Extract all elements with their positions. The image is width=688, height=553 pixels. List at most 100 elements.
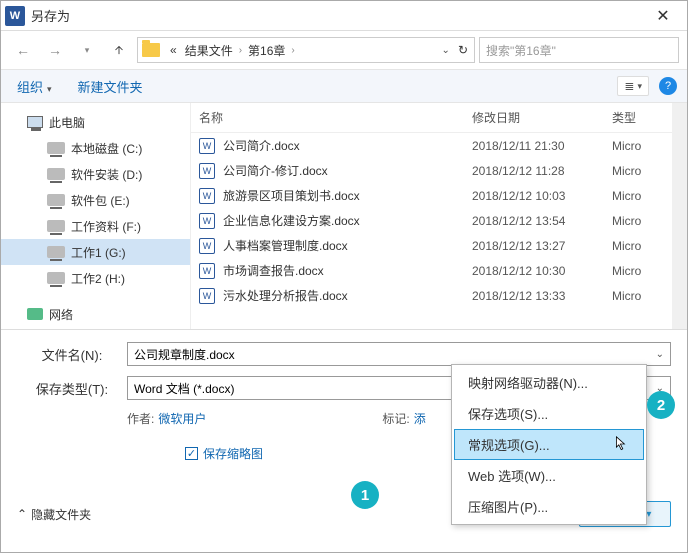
refresh-button[interactable]: ↻ (458, 43, 468, 57)
sidebar-item[interactable]: 网络 (1, 301, 190, 327)
breadcrumb-item[interactable]: 第16章 (248, 42, 285, 59)
file-row[interactable]: W 人事档案管理制度.docx2018/12/12 13:27Micro (191, 233, 672, 258)
file-name: 企业信息化建设方案.docx (223, 212, 472, 229)
filename-input[interactable]: 公司规章制度.docx⌄ (127, 342, 671, 366)
author-field[interactable]: 作者:微软用户 (127, 410, 206, 427)
file-type: Micro (612, 189, 664, 203)
search-input[interactable]: 搜索"第16章" (479, 37, 679, 63)
up-button[interactable] (105, 38, 133, 62)
docx-icon: W (199, 238, 215, 254)
docx-icon: W (199, 213, 215, 229)
cursor-icon (615, 436, 629, 455)
breadcrumb-sep: › (291, 45, 294, 56)
filename-label: 文件名(N): (17, 345, 127, 364)
file-name: 市场调查报告.docx (223, 262, 472, 279)
file-name: 污水处理分析报告.docx (223, 287, 472, 304)
sidebar-item[interactable]: 软件包 (E:) (1, 187, 190, 213)
sidebar-item[interactable]: 此电脑 (1, 109, 190, 135)
drive-icon (47, 220, 65, 232)
breadcrumb-sep: › (239, 45, 242, 56)
sidebar-item[interactable]: 工作1 (G:) (1, 239, 190, 265)
breadcrumb-item[interactable]: 结果文件 (185, 42, 233, 59)
scrollbar[interactable] (672, 103, 687, 329)
drive-icon (47, 168, 65, 180)
breadcrumb-chevron: « (170, 43, 177, 57)
menu-item[interactable]: Web 选项(W)... (454, 460, 644, 491)
file-name: 公司简介.docx (223, 137, 472, 154)
new-folder-button[interactable]: 新建文件夹 (72, 73, 149, 100)
menu-item[interactable]: 映射网络驱动器(N)... (454, 367, 644, 398)
filetype-label: 保存类型(T): (17, 379, 127, 398)
file-date: 2018/12/12 10:03 (472, 189, 612, 203)
file-date: 2018/12/12 10:30 (472, 264, 612, 278)
recent-dropdown[interactable]: ▾ (73, 38, 101, 62)
file-date: 2018/12/12 13:54 (472, 214, 612, 228)
sidebar-item[interactable]: 工作2 (H:) (1, 265, 190, 291)
tag-field[interactable]: 标记:添 (382, 410, 425, 427)
annotation-badge-2: 2 (647, 391, 675, 419)
hide-folders-toggle[interactable]: ⌃ 隐藏文件夹 (17, 506, 91, 523)
sidebar-item[interactable]: 工作资料 (F:) (1, 213, 190, 239)
file-date: 2018/12/12 13:27 (472, 239, 612, 253)
docx-icon: W (199, 188, 215, 204)
file-row[interactable]: W污水处理分析报告.docx2018/12/12 13:33Micro (191, 283, 672, 308)
file-date: 2018/12/11 21:30 (472, 139, 612, 153)
header-date[interactable]: 修改日期 (472, 109, 612, 126)
folder-icon (142, 43, 160, 57)
drive-icon (47, 272, 65, 284)
window-title: 另存为 (31, 6, 643, 25)
checkbox-icon: ✓ (185, 447, 198, 460)
drive-icon (47, 194, 65, 206)
close-button[interactable]: ✕ (643, 2, 683, 30)
file-row[interactable]: W市场调查报告.docx2018/12/12 10:30Micro (191, 258, 672, 283)
organize-button[interactable]: 组织 (11, 73, 58, 100)
sidebar: 此电脑本地磁盘 (C:) 软件安装 (D:) 软件包 (E:) 工作资料 (F:) 工作… (1, 103, 191, 329)
tools-menu: 映射网络驱动器(N)...保存选项(S)...常规选项(G)...Web 选项(… (451, 364, 647, 525)
file-date: 2018/12/12 11:28 (472, 164, 612, 178)
menu-item[interactable]: 保存选项(S)... (454, 398, 644, 429)
docx-icon: W (199, 138, 215, 154)
sidebar-item-label: 工作2 (H:) (71, 270, 125, 287)
path-dropdown[interactable]: ⌄ (442, 45, 450, 56)
file-type: Micro (612, 214, 664, 228)
annotation-badge-1: 1 (351, 481, 379, 509)
file-date: 2018/12/12 13:33 (472, 289, 612, 303)
breadcrumb-path[interactable]: « 结果文件 › 第16章 › ⌄ ↻ (137, 37, 475, 63)
sidebar-item-label: 工作资料 (F:) (71, 218, 141, 235)
file-list-area: 名称 修改日期 类型 W公司简介.docx2018/12/11 21:30Mic… (191, 103, 672, 329)
forward-button[interactable]: → (41, 38, 69, 62)
save-as-dialog: W 另存为 ✕ ← → ▾ « 结果文件 › 第16章 › ⌄ ↻ 搜索"第16… (0, 0, 688, 553)
menu-item[interactable]: 压缩图片(P)... (454, 491, 644, 522)
back-button[interactable]: ← (9, 38, 37, 62)
menu-item[interactable]: 常规选项(G)... (454, 429, 644, 460)
header-type[interactable]: 类型 (612, 109, 664, 126)
docx-icon: W (199, 263, 215, 279)
file-row[interactable]: W 公司简介.docx2018/12/11 21:30Micro (191, 133, 672, 158)
file-row[interactable]: W旅游景区项目策划书.docx2018/12/12 10:03Micro (191, 183, 672, 208)
view-mode-button[interactable]: ≣▾ (617, 76, 649, 96)
drive-icon (47, 246, 65, 258)
sidebar-item[interactable]: 本地磁盘 (C:) (1, 135, 190, 161)
sidebar-item-label: 软件包 (E:) (71, 192, 130, 209)
sidebar-item-label: 工作1 (G:) (71, 244, 126, 261)
drive-icon (27, 116, 43, 128)
help-button[interactable]: ? (659, 77, 677, 95)
drive-icon (27, 308, 43, 320)
header-name[interactable]: 名称 (199, 109, 472, 126)
sidebar-item[interactable]: 软件安装 (D:) (1, 161, 190, 187)
toolbar: 组织 新建文件夹 ≣▾ ? (1, 69, 687, 103)
docx-icon: W (199, 288, 215, 304)
file-name: 人事档案管理制度.docx (223, 237, 472, 254)
nav-bar: ← → ▾ « 结果文件 › 第16章 › ⌄ ↻ 搜索"第16章" (1, 31, 687, 69)
file-type: Micro (612, 239, 664, 253)
drive-icon (47, 142, 65, 154)
main-area: 此电脑本地磁盘 (C:) 软件安装 (D:) 软件包 (E:) 工作资料 (F:) 工作… (1, 103, 687, 329)
chevron-up-icon: ⌃ (17, 507, 27, 521)
word-app-icon: W (5, 6, 25, 26)
file-type: Micro (612, 164, 664, 178)
sidebar-item-label: 网络 (49, 306, 73, 323)
sidebar-item-label: 软件安装 (D:) (71, 166, 142, 183)
file-row[interactable]: W公司简介-修订.docx2018/12/12 11:28Micro (191, 158, 672, 183)
file-type: Micro (612, 139, 664, 153)
file-row[interactable]: W 企业信息化建设方案.docx2018/12/12 13:54Micro (191, 208, 672, 233)
